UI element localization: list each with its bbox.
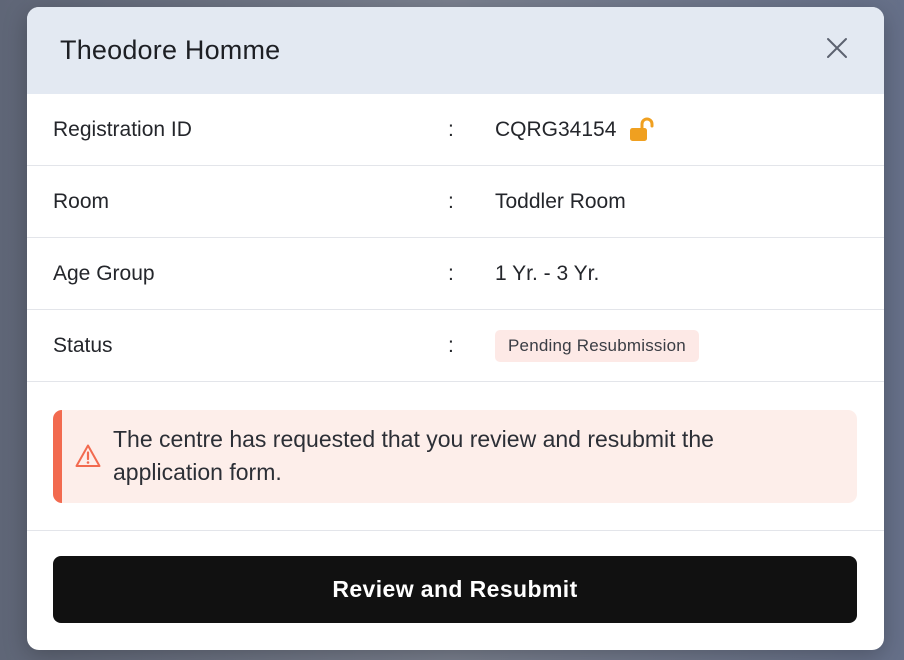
- modal-title: Theodore Homme: [60, 35, 281, 65]
- age-group-colon: :: [448, 261, 454, 285]
- room-colon: :: [448, 189, 454, 213]
- room-value: Toddler Room: [495, 189, 626, 213]
- review-and-resubmit-button[interactable]: Review and Resubmit: [53, 556, 857, 623]
- age-group-value: 1 Yr. - 3 Yr.: [495, 261, 600, 285]
- detail-row-room: Room : Toddler Room: [27, 166, 884, 238]
- status-badge: Pending Resubmission: [495, 329, 699, 362]
- alert-section: The centre has requested that you review…: [27, 382, 884, 531]
- detail-row-registration-id: Registration ID : CQRG34154: [27, 94, 884, 166]
- registration-modal: Theodore Homme Registration ID : CQRG341…: [27, 7, 884, 650]
- room-label: Room: [53, 189, 110, 213]
- registration-id-colon: :: [448, 117, 454, 141]
- age-group-label: Age Group: [53, 261, 155, 285]
- alert-message: The centre has requested that you review…: [113, 423, 827, 489]
- alert-message-line-2: application form.: [113, 459, 282, 485]
- modal-header: Theodore Homme: [27, 7, 884, 94]
- close-button[interactable]: [824, 35, 850, 61]
- registration-id-label: Registration ID: [53, 117, 192, 141]
- detail-row-age-group: Age Group : 1 Yr. - 3 Yr.: [27, 238, 884, 310]
- resubmission-alert: The centre has requested that you review…: [53, 410, 857, 503]
- registration-id-value: CQRG34154: [495, 117, 617, 141]
- unlock-icon: [630, 117, 654, 141]
- warning-icon: [75, 444, 101, 467]
- detail-row-status: Status : Pending Resubmission: [27, 310, 884, 382]
- registration-id-value-wrap: CQRG34154: [495, 117, 654, 143]
- modal-footer: Review and Resubmit: [27, 529, 884, 650]
- status-label: Status: [53, 333, 113, 357]
- alert-message-line-1: The centre has requested that you review…: [113, 426, 714, 452]
- close-icon: [827, 38, 847, 58]
- status-colon: :: [448, 333, 454, 357]
- alert-accent-bar: [53, 410, 62, 503]
- status-value-wrap: Pending Resubmission: [495, 329, 699, 362]
